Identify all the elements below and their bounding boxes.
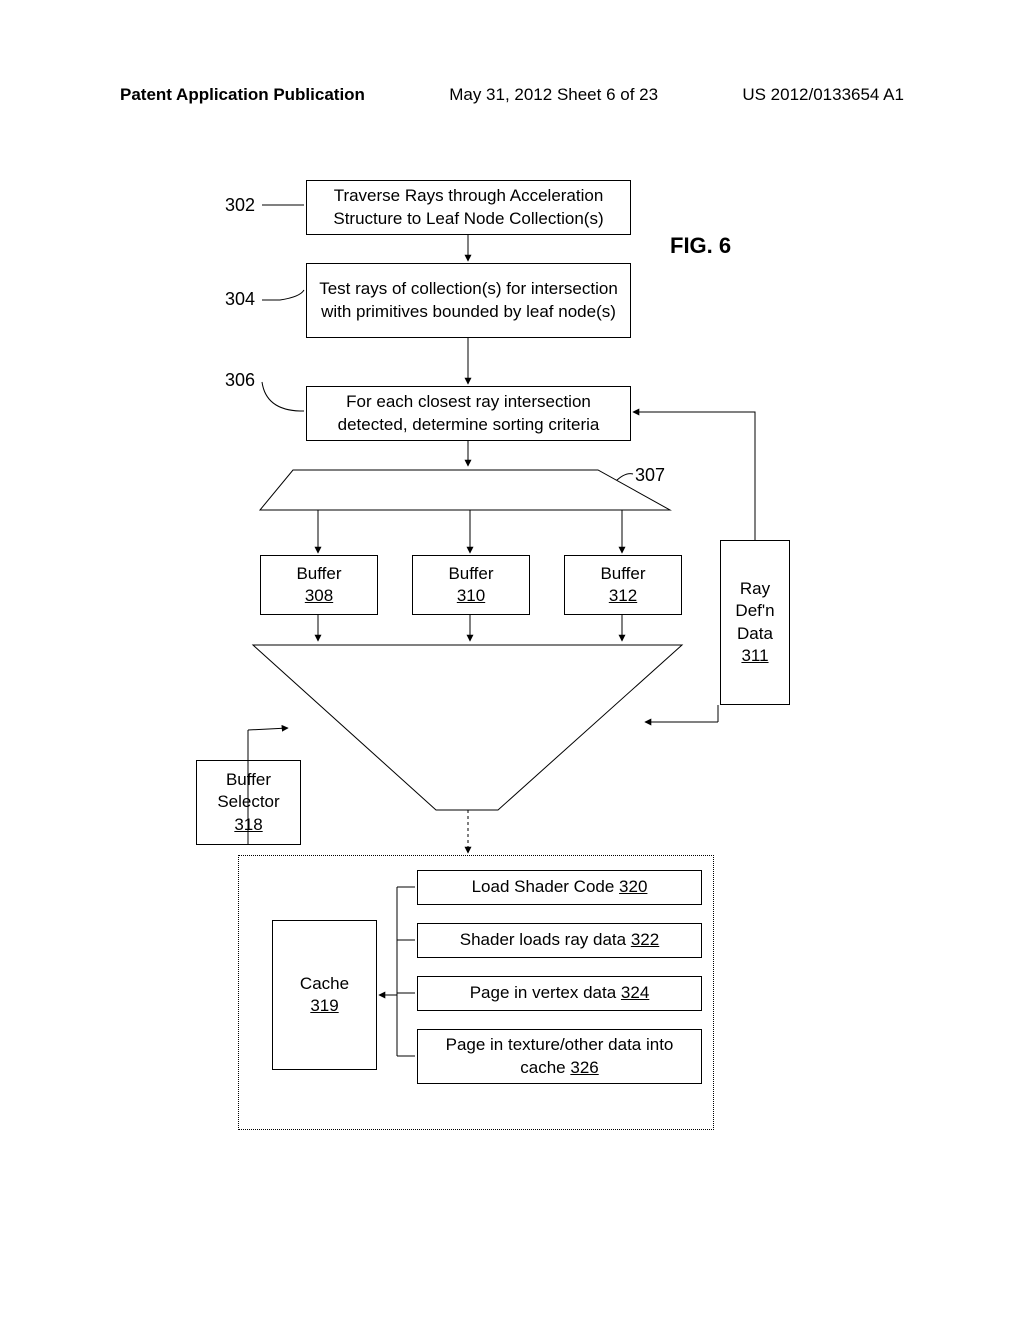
label-306: 306 <box>225 370 255 391</box>
b316-text: Buffer select for send to shading <box>348 654 592 673</box>
raydef-l2: Def'n <box>735 600 774 622</box>
buffer-308: Buffer 308 <box>260 555 378 615</box>
buffer-308-name: Buffer <box>296 563 341 585</box>
ray-defn-data-311: Ray Def'n Data 311 <box>720 540 790 705</box>
step-306: For each closest ray intersection detect… <box>306 386 631 441</box>
buffer-312-name: Buffer <box>600 563 645 585</box>
label-302: 302 <box>225 195 255 216</box>
buffer-selector-318: Buffer Selector 318 <box>196 760 301 845</box>
figure-title: FIG. 6 <box>670 233 731 259</box>
step-304: Test rays of collection(s) for intersect… <box>306 263 631 338</box>
bufsel-ref: 318 <box>234 814 262 836</box>
raydef-ref: 311 <box>741 645 768 667</box>
flow-diagram: FIG. 6 302 304 306 307 Traverse Rays thr… <box>0 0 1024 1320</box>
bufsel-name: Buffer Selector <box>205 769 292 813</box>
b316-ref: 316 <box>456 676 484 695</box>
label-307: 307 <box>635 465 665 486</box>
buffer-310-ref: 310 <box>457 585 485 607</box>
sort-step-307: Sort indications/intersections into buff… <box>260 486 630 508</box>
buffer-select-316: Buffer select for send to shading 316 <box>300 653 640 697</box>
label-304: 304 <box>225 289 255 310</box>
buffer-312: Buffer 312 <box>564 555 682 615</box>
buffer-310-name: Buffer <box>448 563 493 585</box>
buffer-312-ref: 312 <box>609 585 637 607</box>
step-302: Traverse Rays through Acceleration Struc… <box>306 180 631 235</box>
buffer-310: Buffer 310 <box>412 555 530 615</box>
raydef-l3: Data <box>737 623 773 645</box>
buffer-308-ref: 308 <box>305 585 333 607</box>
raydef-l1: Ray <box>740 578 770 600</box>
shading-group <box>238 855 714 1130</box>
